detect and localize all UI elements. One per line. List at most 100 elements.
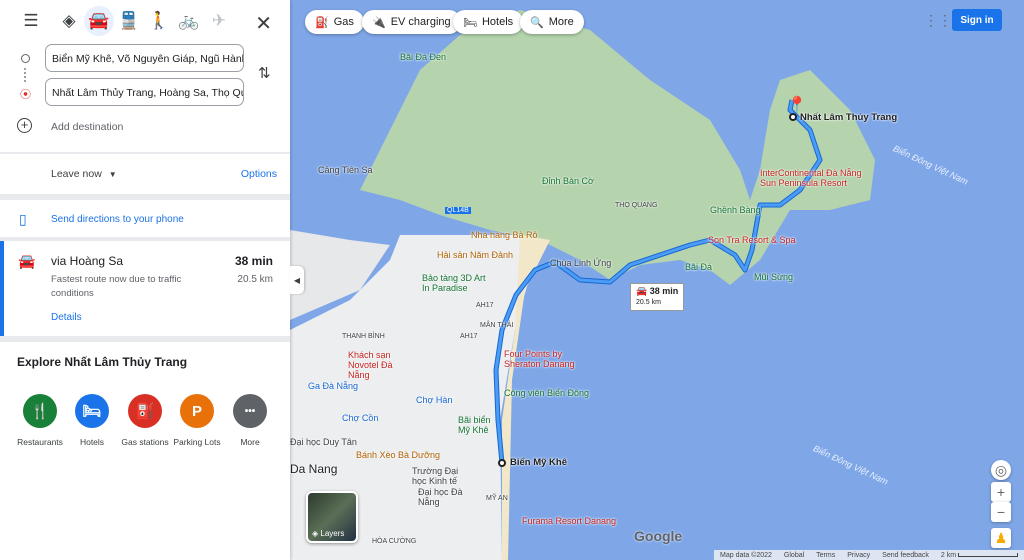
my-location-icon[interactable]: ◎ <box>991 460 1011 480</box>
details-link[interactable]: Details <box>51 312 82 323</box>
leave-now-dropdown[interactable]: Leave now ▼ <box>51 168 117 180</box>
global-link[interactable]: Global <box>784 552 804 559</box>
map-label[interactable]: Đỉnh Bàn Cờ <box>542 176 594 186</box>
chip-label: EV charging <box>390 16 451 28</box>
scale-label: 2 km <box>940 551 957 559</box>
close-icon[interactable]: ✕ <box>255 11 272 36</box>
destination-dot-icon <box>789 113 797 121</box>
layers-icon: ◈ <box>312 529 319 538</box>
chip-hotels[interactable]: 🛏 Hotels <box>453 10 524 34</box>
parking-icon: P <box>180 394 214 428</box>
cycling-icon[interactable]: 🚲 <box>174 6 204 36</box>
map-shapes <box>290 10 875 560</box>
category-gas-stations[interactable]: ⛽ Gas stations <box>115 394 175 447</box>
map-label[interactable]: Cảng Tiên Sa <box>318 165 373 175</box>
collapse-panel-button[interactable]: ◀ <box>290 266 304 294</box>
map-label[interactable]: Bánh Xèo Bà Dưỡng <box>356 450 440 460</box>
zoom-in-button[interactable]: + <box>991 482 1011 502</box>
more-icon: ••• <box>233 394 267 428</box>
scale-bar[interactable]: 2 km <box>941 552 1018 559</box>
map-label[interactable]: Ghềnh Bàng <box>710 205 761 215</box>
category-parking[interactable]: P Parking Lots <box>167 394 227 447</box>
google-logo: Google <box>634 528 683 544</box>
map-label[interactable]: Trường Đại học Kinh tế <box>412 466 462 486</box>
transit-icon[interactable]: 🚆 <box>114 6 144 36</box>
destination-input[interactable]: Nhất Lâm Thủy Trang, Hoàng Sa, Thọ Quang <box>45 78 244 106</box>
travel-modes: ☰ ◈ 🚘 🚆 🚶 🚲 ✈ <box>0 0 290 42</box>
map-label[interactable]: InterContinental Đà Nẵng Sun Peninsula R… <box>760 168 870 188</box>
directions-panel: ☰ ◈ 🚘 🚆 🚶 🚲 ✈ ✕ ⦿ Biển Mỹ Khê, Võ Nguyên… <box>0 0 290 560</box>
map-label[interactable]: Hải sản Năm Đảnh <box>437 250 513 260</box>
map-label[interactable]: Furama Resort Danang <box>522 516 616 526</box>
route-option[interactable]: 🚘 via Hoàng Sa 38 min Fastest route now … <box>0 241 290 336</box>
swap-icon[interactable]: ⇅ <box>258 64 271 82</box>
destination-label[interactable]: Nhất Lâm Thủy Trang <box>800 112 897 123</box>
flight-icon[interactable]: ✈ <box>204 6 234 36</box>
category-more[interactable]: ••• More <box>220 394 280 447</box>
origin-input[interactable]: Biển Mỹ Khê, Võ Nguyên Giáp, Ngũ Hành Sơ… <box>45 44 244 72</box>
leave-now-label: Leave now <box>51 168 102 180</box>
map-label[interactable]: Công viên Biển Đông <box>504 388 589 398</box>
route-time: 38 min <box>234 254 273 268</box>
best-route-icon[interactable]: ◈ <box>54 6 84 36</box>
map-label: AH17 <box>460 333 478 340</box>
city-label[interactable]: Da Nang <box>290 462 337 476</box>
map-label[interactable]: Chợ Hàn <box>416 395 452 405</box>
dots-icon <box>24 68 26 82</box>
origin-marker-icon[interactable] <box>498 459 506 467</box>
category-restaurants[interactable]: 🍴 Restaurants <box>10 394 70 447</box>
map-label[interactable]: Four Points by Sheraton Danang <box>504 349 584 369</box>
map-label[interactable]: Ga Đà Nẵng <box>308 381 358 391</box>
options-button[interactable]: Options <box>241 168 277 180</box>
map-label[interactable]: Đại học Duy Tân <box>290 437 357 447</box>
map-canvas[interactable]: 📍 Bãi Đá Đen Cảng Tiên Sa Đỉnh Bàn Cờ TH… <box>290 0 1024 560</box>
chip-more[interactable]: 🔍 More <box>520 10 584 34</box>
map-label[interactable]: Bảo tàng 3D Art In Paradise <box>422 273 492 293</box>
gas-icon: ⛽ <box>128 394 162 428</box>
route-badge[interactable]: 🚘 38 min 20.5 km <box>630 283 685 311</box>
map-label[interactable]: Nhà hàng Bà Rô <box>471 230 538 240</box>
map-label[interactable]: Chùa Linh Ứng <box>550 258 611 268</box>
scale-line <box>958 552 1018 557</box>
layers-text: Layers <box>320 529 345 538</box>
gas-icon: ⛽ <box>315 16 329 29</box>
chip-ev-charging[interactable]: 🔌 EV charging <box>362 10 461 34</box>
chip-label: More <box>548 16 574 28</box>
pegman-icon[interactable]: ♟ <box>991 528 1011 548</box>
map-label[interactable]: Son Tra Resort & Spa <box>708 235 796 245</box>
map-label[interactable]: Đại học Đà Nẵng <box>418 487 468 507</box>
zoom-out-button[interactable]: − <box>991 502 1011 522</box>
origin-label[interactable]: Biển Mỹ Khê <box>510 457 567 468</box>
add-destination[interactable]: Add destination <box>51 121 123 133</box>
send-feedback-link[interactable]: Send feedback <box>882 552 929 559</box>
map-label[interactable]: Chợ Cồn <box>342 413 378 423</box>
layers-label: ◈ Layers <box>312 529 344 538</box>
map-label[interactable]: Mũi Sừng <box>754 272 793 282</box>
walking-icon[interactable]: 🚶 <box>144 6 174 36</box>
category-label: Parking Lots <box>173 437 221 447</box>
privacy-link[interactable]: Privacy <box>847 552 870 559</box>
search-icon: 🔍 <box>530 16 544 29</box>
chip-label: Gas <box>333 16 354 28</box>
divider <box>0 194 290 200</box>
route-note: Fastest route now due to traffic conditi… <box>51 274 182 299</box>
add-destination-icon[interactable]: + <box>17 118 32 133</box>
send-directions-link[interactable]: Send directions to your phone <box>51 214 184 225</box>
chip-label: Hotels <box>481 16 514 28</box>
map-label[interactable]: Bãi Đá Đen <box>400 52 446 62</box>
map-label[interactable]: Bãi biển Mỹ Khê <box>458 415 498 435</box>
chip-gas[interactable]: ⛽ Gas <box>305 10 364 34</box>
layers-button[interactable]: ◈ Layers <box>306 491 358 543</box>
category-hotels[interactable]: 🛏 Hotels <box>62 394 122 447</box>
road-shield: QL14B <box>445 207 471 214</box>
hotel-icon: 🛏 <box>463 16 477 29</box>
map-label: AH17 <box>476 302 494 309</box>
driving-icon[interactable]: 🚘 <box>84 6 114 36</box>
map-label: HÒA CƯỜNG <box>372 538 417 545</box>
map-label[interactable]: Bãi Đá <box>685 262 712 272</box>
map-label[interactable]: Khách sạn Novotel Đà Nẵng <box>348 350 412 380</box>
menu-icon[interactable]: ☰ <box>16 6 46 36</box>
map-label: THANH BÌNH <box>342 333 385 340</box>
terms-link[interactable]: Terms <box>816 552 835 559</box>
sign-in-button[interactable]: Sign in <box>952 9 1002 31</box>
